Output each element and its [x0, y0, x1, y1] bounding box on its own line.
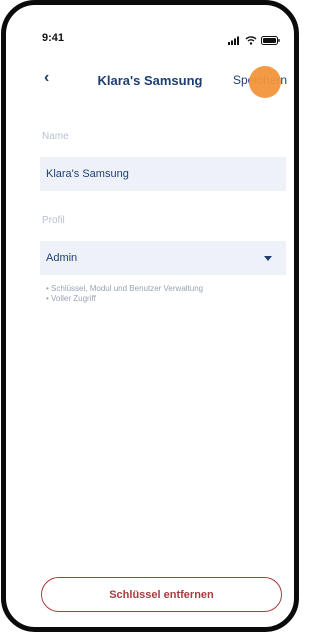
status-bar: 9:41 — [6, 5, 294, 49]
profile-details-list: Schlüssel, Modul und Benutzer Verwaltung… — [46, 284, 203, 304]
status-time: 9:41 — [42, 32, 65, 44]
profile-select-value: Admin — [46, 252, 78, 264]
status-icons — [228, 32, 280, 50]
name-field[interactable]: Klara's Samsung — [40, 157, 286, 191]
name-field-value: Klara's Samsung — [46, 168, 129, 180]
profile-label: Profil — [42, 215, 65, 226]
list-item: Voller Zugriff — [46, 294, 203, 304]
list-item: Schlüssel, Modul und Benutzer Verwaltung — [46, 284, 203, 294]
chevron-down-icon — [264, 256, 272, 261]
phone-frame: 9:41 ‹ Klara's Samsung Name Klara's Sams… — [1, 0, 299, 632]
touch-indicator — [249, 66, 281, 98]
battery-icon — [261, 32, 280, 50]
wifi-icon — [245, 32, 257, 50]
remove-key-button[interactable]: Schlüssel entfernen — [41, 577, 282, 612]
name-label: Name — [42, 131, 69, 142]
profile-select[interactable]: Admin — [40, 241, 286, 275]
signal-icon — [228, 32, 241, 50]
